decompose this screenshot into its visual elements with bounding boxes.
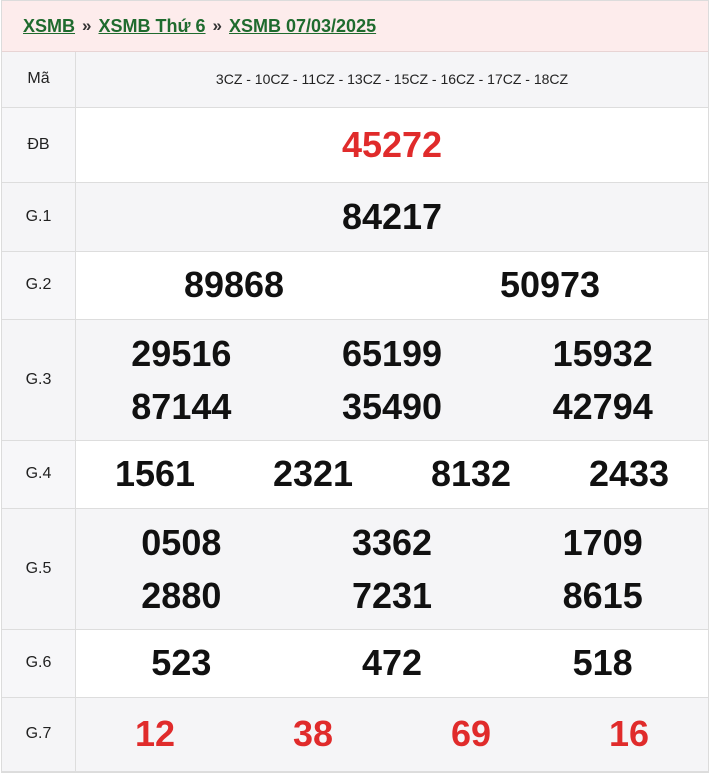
row-label-g7: G.7 [2,697,76,772]
row-label-g2: G.2 [2,251,76,320]
breadcrumb-separator: » [82,16,92,35]
table-row-g6: G.6 523 472 518 [2,629,708,698]
prize-g1: 84217 [341,195,443,237]
prize-g3: 42794 [552,385,653,427]
row-label-g1: G.1 [2,182,76,252]
prize-g5: 8615 [562,574,643,616]
table-row-g1: G.1 84217 [2,182,708,252]
prize-g7: 38 [292,713,334,754]
table-row-g5: G.5 0508 3362 1709 2880 7231 8615 [2,508,708,630]
row-label-g4: G.4 [2,440,76,509]
prize-g2: 50973 [499,264,601,305]
prize-g5: 3362 [351,521,433,563]
prize-g4: 8132 [430,453,512,494]
row-label-code: Mã [2,52,76,108]
row-label-g5: G.5 [2,508,76,630]
prize-g6: 472 [361,642,423,683]
prize-g6: 518 [572,642,633,683]
row-label-g3: G.3 [2,319,76,441]
breadcrumb-link-date[interactable]: XSMB 07/03/2025 [229,16,376,37]
row-label-g6: G.6 [2,629,76,698]
prize-g3: 29516 [131,332,232,374]
table-row-g4: G.4 1561 2321 8132 2433 [2,440,708,509]
breadcrumb-link-weekday[interactable]: XSMB Thứ 6 [98,16,205,37]
prize-g3: 65199 [341,332,443,374]
prize-g6: 523 [151,642,212,683]
prize-g3: 35490 [341,385,443,427]
prize-g7: 69 [450,713,492,754]
table-row-special: ĐB 45272 [2,107,708,183]
prize-special: 45272 [341,123,443,165]
prize-g4: 2321 [272,453,354,494]
table-row-codes: Mã 3CZ - 10CZ - 11CZ - 13CZ - 15CZ - 16C… [2,52,708,108]
table-row-g2: G.2 89868 50973 [2,251,708,320]
prize-g5: 0508 [141,521,222,563]
breadcrumb-separator: » [212,16,222,35]
prize-g5: 1709 [562,521,643,563]
table-row-g3: G.3 29516 65199 15932 87144 35490 42794 [2,319,708,441]
prize-g7: 12 [134,713,176,754]
prize-g4: 2433 [588,453,670,494]
prize-g3: 15932 [552,332,653,374]
breadcrumb-link-xsmb[interactable]: XSMB [23,16,75,37]
results-table: Mã 3CZ - 10CZ - 11CZ - 13CZ - 15CZ - 16C… [2,52,708,772]
prize-g5: 2880 [141,574,222,616]
prize-g3: 87144 [131,385,232,427]
row-label-special: ĐB [2,107,76,183]
prize-g4: 1561 [114,453,196,494]
prize-g7: 16 [608,713,650,754]
results-panel: XSMB » XSMB Thứ 6 » XSMB 07/03/2025 Mã 3… [1,0,709,773]
ticket-codes: 3CZ - 10CZ - 11CZ - 13CZ - 15CZ - 16CZ -… [75,52,708,108]
breadcrumb: XSMB » XSMB Thứ 6 » XSMB 07/03/2025 [2,1,708,52]
prize-g5: 7231 [351,574,433,616]
prize-g2: 89868 [183,264,285,305]
table-row-g7: G.7 12 38 69 16 [2,697,708,772]
